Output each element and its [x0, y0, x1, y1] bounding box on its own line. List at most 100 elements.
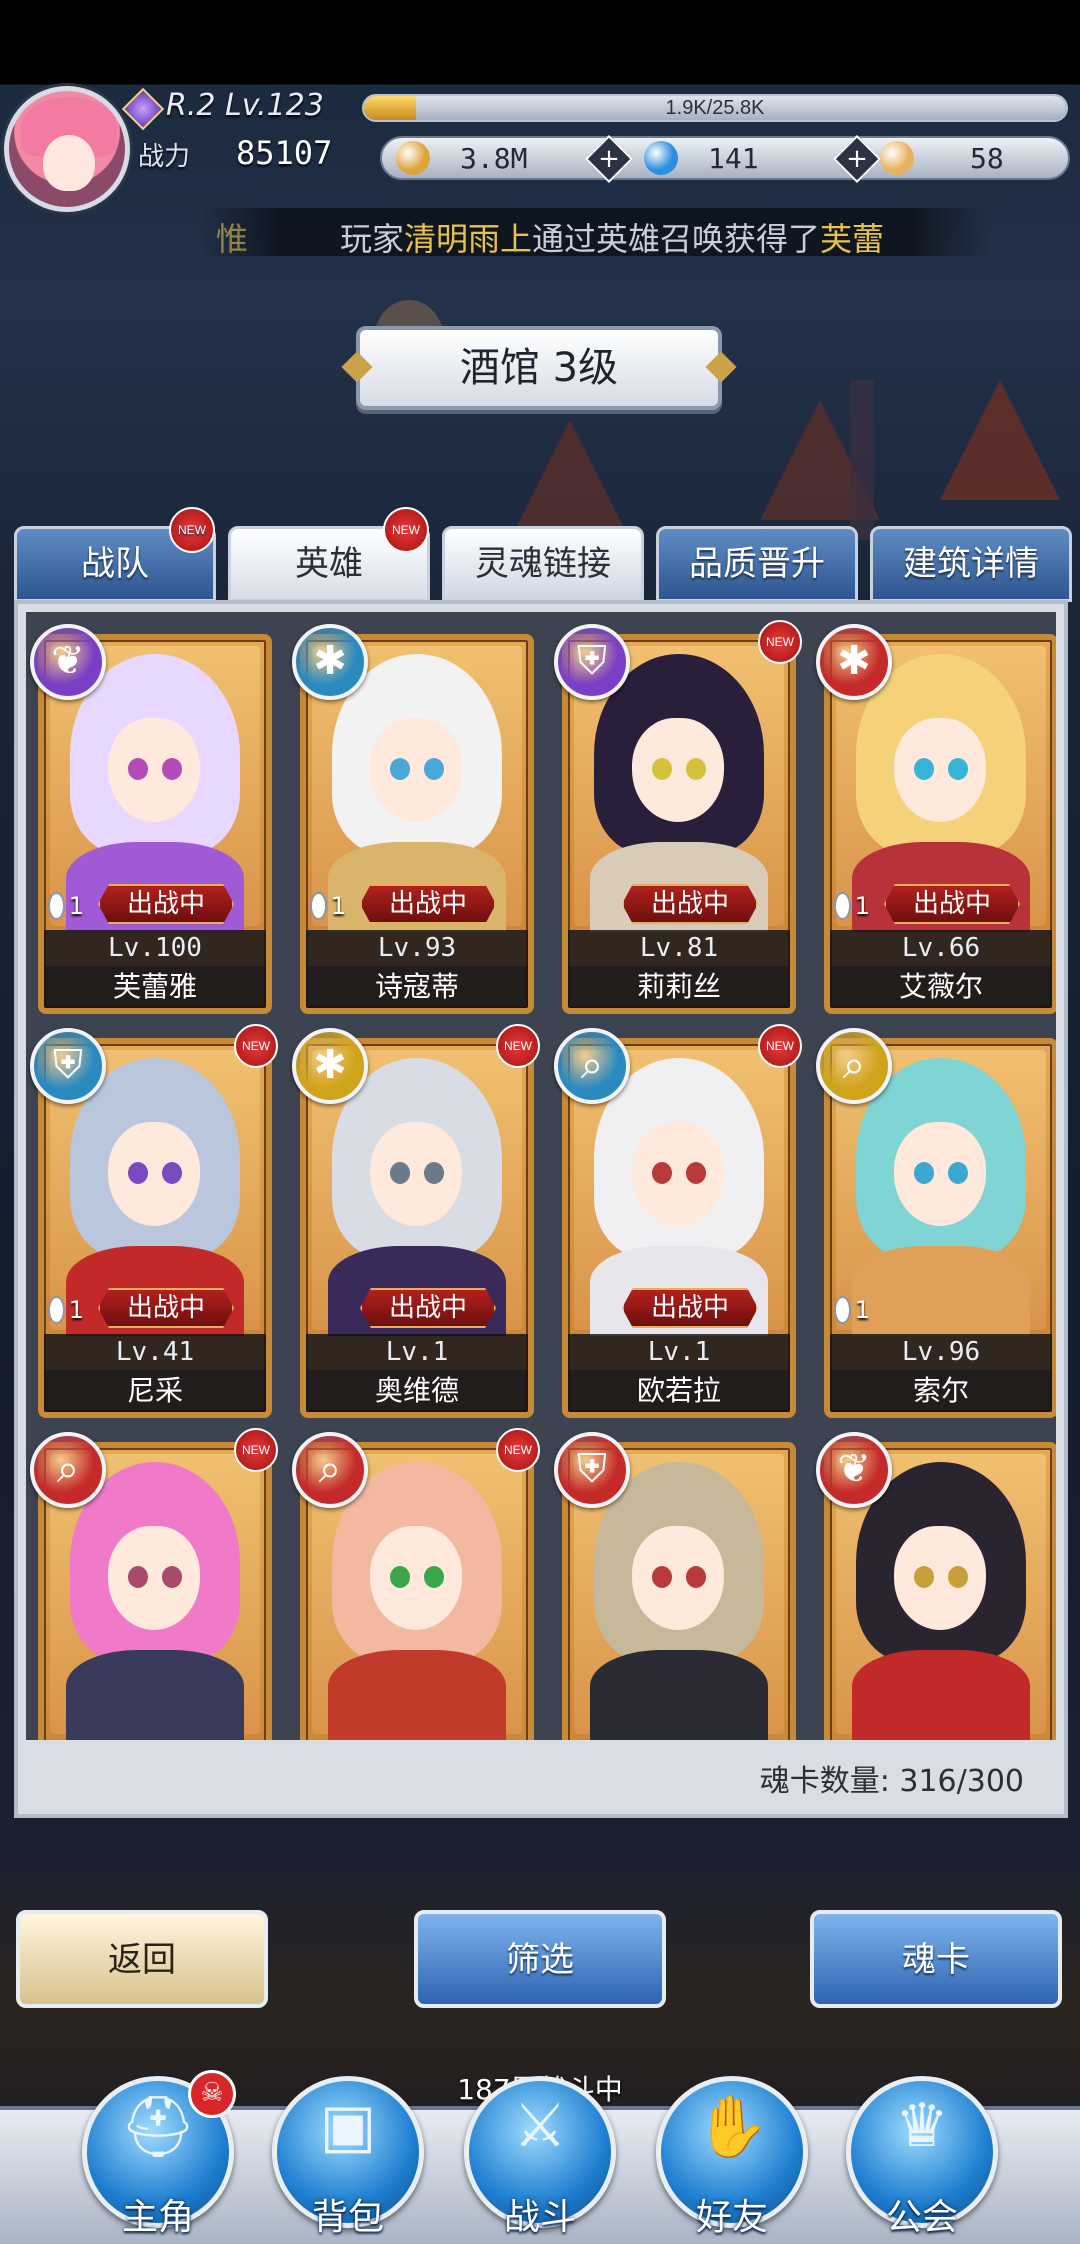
- hero-level: Lv.41: [44, 1334, 266, 1370]
- nav-guild[interactable]: ♛ 公会: [846, 2076, 998, 2244]
- new-badge: NEW: [234, 1428, 278, 1472]
- hero-level: Lv.100: [44, 930, 266, 966]
- back-button[interactable]: 返回: [16, 1910, 268, 2008]
- soul-card-count: 魂卡数量: 316/300: [759, 1764, 1024, 1799]
- magnifier-class-icon: ⌕: [292, 1432, 368, 1508]
- exp-text: 1.9K/25.8K: [665, 97, 765, 119]
- hero-name: 奥维德: [306, 1370, 528, 1412]
- gold-coin-icon: [396, 141, 430, 175]
- hero-level: Lv.93: [306, 930, 528, 966]
- resource-gold: 3.8M: [396, 140, 527, 176]
- new-badge: NEW: [496, 1024, 540, 1068]
- wing-class-icon: ❦: [30, 624, 106, 700]
- deployed-badge: 出战中: [622, 1288, 758, 1328]
- hero-level: Lv.1: [568, 1334, 790, 1370]
- deployed-badge: 出战中: [98, 884, 234, 924]
- deployed-badge: 出战中: [884, 884, 1020, 924]
- power-value: 85107: [236, 134, 333, 172]
- hero-name: 艾薇尔: [830, 966, 1052, 1008]
- hero-name: 欧若拉: [568, 1370, 790, 1412]
- ticker-message: 玩家清明雨上通过英雄召唤获得了芙蕾: [340, 220, 885, 256]
- shield-class-icon: ⛨: [30, 1028, 106, 1104]
- shuriken-class-icon: ✱: [292, 1028, 368, 1104]
- tab-bar: 战队 NEW 英雄 NEW 灵魂链接 品质晋升 建筑详情: [14, 507, 1072, 602]
- copies-indicator: 1: [48, 1292, 84, 1328]
- nav-battle[interactable]: ⚔ 战斗: [464, 2076, 616, 2244]
- blue-gem-icon: [644, 141, 678, 175]
- resource-crystal: 58: [880, 140, 1004, 176]
- magnifier-class-icon: ⌕: [816, 1028, 892, 1104]
- magnifier-class-icon: ⌕: [554, 1028, 630, 1104]
- plus-icon: +: [598, 144, 620, 174]
- deployed-badge: 出战中: [360, 1288, 496, 1328]
- tab-building-details[interactable]: 建筑详情: [870, 526, 1072, 602]
- nav-hero[interactable]: ⛑ 主角 ☠: [82, 2070, 236, 2244]
- nav-label: 背包: [311, 2197, 384, 2238]
- shuriken-class-icon: ✱: [816, 624, 892, 700]
- nav-friends[interactable]: ✋ 好友: [656, 2076, 808, 2244]
- filter-button[interactable]: 筛选: [414, 1910, 666, 2008]
- announcement-ticker: 惟 玩家清明雨上通过英雄召唤获得了芙蕾: [200, 208, 990, 256]
- nav-label: 好友: [695, 2197, 768, 2238]
- crystal-icon: [880, 141, 914, 175]
- copies-count: 1: [68, 892, 84, 920]
- hero-name: 芙蕾雅: [44, 966, 266, 1008]
- hero-name: 莉莉丝: [568, 966, 790, 1008]
- hero-level: Lv.96: [830, 1334, 1052, 1370]
- new-badge: NEW: [383, 507, 429, 553]
- resource-gem: 141: [644, 140, 759, 176]
- background-castle-roof: [510, 420, 630, 540]
- resource-gem-value: 141: [708, 141, 759, 175]
- soul-icon: [48, 892, 65, 920]
- soul-card-button[interactable]: 魂卡: [810, 1910, 1062, 2008]
- hero-level: Lv.66: [830, 930, 1052, 966]
- game-screen: R.2 Lv.123 1.9K/25.8K 战力 85107 3.8M + 14…: [0, 0, 1080, 2244]
- copies-count: 1: [854, 1296, 870, 1324]
- hero-card-panel: 出战中 1 Lv.100 芙蕾雅 ❦ 出战中 1 Lv.93 诗寇蒂 ✱ 出战中 Lv.81 莉莉丝 ⛨ N…: [14, 600, 1068, 1818]
- hero-name: 诗寇蒂: [306, 966, 528, 1008]
- soul-icon: [310, 892, 327, 920]
- exp-bar: 1.9K/25.8K: [362, 94, 1068, 122]
- add-gem-button[interactable]: +: [832, 134, 882, 184]
- soul-icon: [834, 1296, 851, 1324]
- nav-backpack[interactable]: ▣ 背包: [272, 2076, 424, 2244]
- copies-count: 1: [854, 892, 870, 920]
- deployed-badge: 出战中: [98, 1288, 234, 1328]
- copies-indicator: 1: [834, 1292, 870, 1328]
- tab-soul-link[interactable]: 灵魂链接: [442, 526, 644, 602]
- tab-team[interactable]: 战队 NEW: [14, 507, 216, 602]
- copies-indicator: 1: [834, 888, 870, 924]
- soul-icon: [834, 892, 851, 920]
- copies-indicator: 1: [48, 888, 84, 924]
- player-rank-level: R.2 Lv.123: [166, 88, 324, 123]
- tavern-title-plaque: 酒馆 3级: [356, 326, 722, 410]
- background-castle-roof: [940, 380, 1060, 500]
- wing-class-icon: ❦: [816, 1432, 892, 1508]
- hero-level: Lv.1: [306, 1334, 528, 1370]
- hero-name: 索尔: [830, 1370, 1052, 1412]
- player-hud: R.2 Lv.123 1.9K/25.8K 战力 85107 3.8M + 14…: [0, 84, 1080, 214]
- soul-icon: [48, 1296, 65, 1324]
- ticker-prefix: 惟: [216, 220, 249, 256]
- resource-bar: 3.8M + 141 + 58: [380, 134, 1070, 184]
- resource-gold-value: 3.8M: [460, 141, 528, 175]
- player-avatar[interactable]: [4, 86, 130, 212]
- new-badge: NEW: [234, 1024, 278, 1068]
- magnifier-class-icon: ⌕: [30, 1432, 106, 1508]
- hero-card-grid[interactable]: 出战中 1 Lv.100 芙蕾雅 ❦ 出战中 1 Lv.93 诗寇蒂 ✱ 出战中 Lv.81 莉莉丝 ⛨ N…: [26, 612, 1056, 1740]
- page-title: 酒馆 3级: [459, 345, 619, 391]
- copies-count: 1: [330, 892, 346, 920]
- tab-quality-upgrade[interactable]: 品质晋升: [656, 526, 858, 602]
- tab-heroes[interactable]: 英雄 NEW: [228, 507, 430, 602]
- skull-alert-icon: ☠: [188, 2070, 236, 2118]
- new-badge: NEW: [496, 1428, 540, 1472]
- nav-label: 主角: [121, 2197, 194, 2238]
- hero-level: Lv.81: [568, 930, 790, 966]
- nav-label: 公会: [885, 2197, 958, 2238]
- background-tower: [850, 380, 874, 540]
- copies-count: 1: [68, 1296, 84, 1324]
- new-badge: NEW: [758, 1024, 802, 1068]
- new-badge: NEW: [169, 507, 215, 553]
- copies-indicator: 1: [310, 888, 346, 924]
- add-gold-button[interactable]: +: [584, 134, 634, 184]
